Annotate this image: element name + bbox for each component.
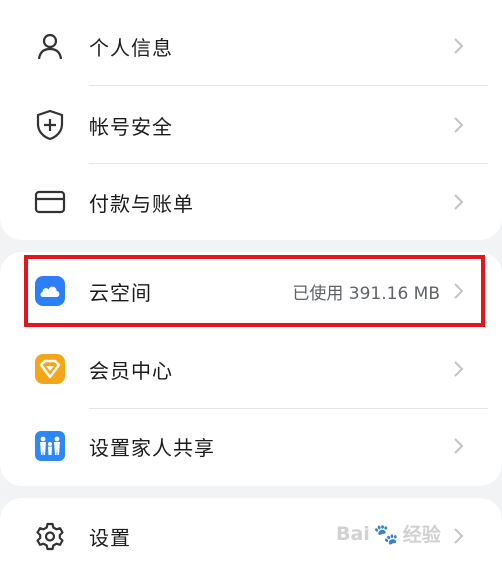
menu-item-account-security[interactable]: 帐号安全 <box>0 103 502 147</box>
menu-item-label: 会员中心 <box>89 358 173 383</box>
chevron-right-icon <box>454 194 464 210</box>
gear-icon <box>34 520 66 552</box>
watermark-brand: Bai <box>336 522 370 545</box>
shield-plus-icon <box>34 109 66 141</box>
menu-item-label: 付款与账单 <box>89 191 194 216</box>
menu-item-member-center[interactable]: 会员中心 <box>0 347 502 391</box>
menu-item-label: 帐号安全 <box>89 114 173 139</box>
divider <box>89 163 488 164</box>
menu-item-label: 个人信息 <box>89 35 173 60</box>
highlight-box <box>24 255 485 327</box>
menu-item-label: 设置 <box>89 525 131 550</box>
person-icon <box>34 30 66 62</box>
watermark-brand-suffix: 经验 <box>402 524 441 546</box>
card-icon <box>34 186 66 218</box>
chevron-right-icon <box>454 117 464 133</box>
menu-item-label: 设置家人共享 <box>89 435 215 460</box>
menu-item-personal-info[interactable]: 个人信息 <box>0 24 502 68</box>
paw-icon: 🐾 <box>373 521 399 546</box>
chevron-right-icon <box>454 38 464 54</box>
divider <box>89 408 488 409</box>
menu-item-family-sharing[interactable]: 设置家人共享 <box>0 424 502 468</box>
chevron-right-icon <box>454 438 464 454</box>
chevron-right-icon <box>454 528 464 544</box>
baidu-watermark: Bai 🐾 经验 <box>336 520 441 547</box>
menu-item-payment-billing[interactable]: 付款与账单 <box>0 180 502 224</box>
chevron-right-icon <box>454 361 464 377</box>
family-share-icon <box>34 430 66 462</box>
member-diamond-icon <box>34 353 66 385</box>
divider <box>89 85 488 86</box>
